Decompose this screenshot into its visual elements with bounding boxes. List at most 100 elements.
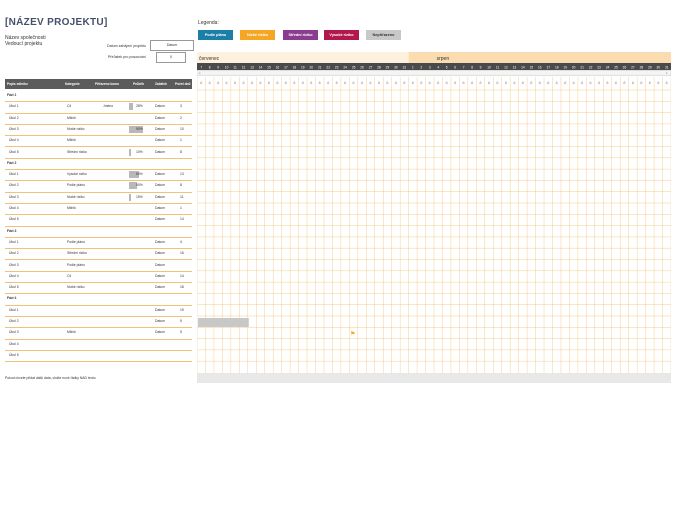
task-progress: 10%: [136, 149, 143, 154]
task-category: Milník: [67, 206, 76, 210]
day-number: 1: [412, 66, 414, 70]
phase-label: Fázi 4: [7, 296, 17, 301]
task-start: Datum: [155, 206, 165, 210]
task-category: Podle plánu: [67, 262, 85, 267]
task-start: Datum: [155, 319, 165, 323]
task-category: Střední riziko: [67, 251, 87, 256]
day-number: 27: [369, 66, 373, 70]
task-days: 16: [180, 251, 184, 256]
col-days: Počet dnů: [175, 82, 191, 86]
task-name: Úkol 2: [9, 183, 19, 188]
day-number: 23: [335, 66, 339, 70]
task-name: Úkol 3: [9, 126, 19, 131]
gantt-task-bar: [198, 318, 249, 327]
day-number: 8: [209, 66, 211, 70]
start-date-input[interactable]: Datum: [150, 40, 194, 51]
scroll-increment-input[interactable]: 0: [156, 52, 186, 63]
day-number: 22: [589, 66, 593, 70]
task-category: Milník: [67, 138, 76, 143]
task-days: 5: [180, 330, 182, 335]
phase-label: Fázi 2: [7, 160, 17, 165]
day-number: 15: [530, 66, 534, 70]
day-number: 4: [437, 66, 439, 70]
progress-bar: [129, 148, 131, 156]
task-start: Datum: [155, 330, 165, 335]
task-name: Úkol 4: [9, 341, 19, 346]
task-progress: 90%: [136, 126, 143, 131]
task-category: Podle plánu: [67, 183, 85, 188]
day-number: 11: [233, 66, 237, 70]
table-row[interactable]: Úkol 5: [5, 350, 192, 363]
phase-label: Fázi 3: [7, 228, 17, 233]
task-name: Úkol 1: [9, 307, 19, 312]
task-name: Úkol 5: [9, 352, 19, 357]
legend-item-3: Vysoké riziko: [324, 30, 359, 40]
day-number: 16: [276, 66, 280, 70]
day-number: 14: [521, 66, 525, 70]
scroll-increment-label: Přírůstek pro posouvání: [107, 55, 146, 59]
task-category: Cíl: [67, 104, 72, 109]
gantt-chart: červenec srpen7 8 9 10 11 12 13 14 15 16 17 18 19 20 21…: [197, 52, 671, 383]
day-number: 10: [225, 66, 229, 70]
day-number: 21: [318, 66, 322, 70]
legend-item-4: Nepřiřazeno: [366, 30, 401, 40]
task-name: Úkol 3: [9, 262, 19, 267]
day-number: 30: [657, 66, 661, 70]
task-days: 19: [180, 307, 184, 312]
col-milestone: Popis milníku: [7, 82, 28, 86]
day-number: 25: [352, 66, 356, 70]
task-progress: 60%: [136, 172, 143, 177]
day-number: 28: [377, 66, 381, 70]
day-number: 18: [293, 66, 297, 70]
milestone-flag-icon: ⚑: [350, 330, 355, 337]
task-start: Datum: [155, 149, 165, 154]
day-number: 2: [420, 66, 422, 70]
task-start: Datum: [155, 307, 165, 312]
legend-item-0: Podle plánu: [198, 30, 233, 40]
month-band-july: [197, 52, 409, 63]
task-start: Datum: [155, 104, 165, 109]
day-number: 15: [267, 66, 271, 70]
day-number: 11: [496, 66, 500, 70]
day-number: 21: [580, 66, 584, 70]
task-name: Úkol 2: [9, 319, 19, 323]
col-category: Kategorie: [65, 82, 80, 86]
task-start: Datum: [155, 183, 165, 188]
task-start: Datum: [155, 285, 165, 290]
task-name: Úkol 2: [9, 251, 19, 256]
task-name: Úkol 1: [9, 104, 19, 109]
task-start: Datum: [155, 115, 165, 120]
col-assigned: Přiřazeno komu: [95, 82, 119, 86]
task-start: Datum: [155, 239, 165, 244]
task-name: Úkol 4: [9, 206, 19, 210]
col-start: Začátek: [155, 82, 167, 86]
task-days: 14: [180, 217, 184, 222]
day-number: 7: [200, 66, 202, 70]
day-number: 13: [250, 66, 254, 70]
legend-item-2: Střední riziko: [283, 30, 318, 40]
phase-label: Fázi 1: [7, 93, 17, 97]
day-number: 12: [504, 66, 508, 70]
task-start: Datum: [155, 273, 165, 278]
task-days: 14: [180, 273, 184, 278]
month-label-august: srpen: [437, 56, 450, 62]
month-label-july: červenec: [199, 56, 220, 62]
day-number: 6: [454, 66, 456, 70]
day-number: 31: [665, 66, 669, 70]
gantt-footer-band: [197, 373, 671, 383]
task-progress: 28%: [136, 104, 143, 109]
task-start: Datum: [155, 126, 165, 131]
task-category: Milník: [67, 115, 76, 120]
day-number: 30: [394, 66, 398, 70]
task-start: Datum: [155, 217, 165, 222]
day-number: 23: [597, 66, 601, 70]
day-number: 13: [513, 66, 517, 70]
task-days: 8: [180, 183, 182, 188]
task-category: Střední riziko: [67, 149, 87, 154]
day-number: 29: [648, 66, 652, 70]
day-number: 16: [538, 66, 542, 70]
task-name: Úkol 3: [9, 194, 19, 199]
day-number: 31: [403, 66, 407, 70]
progress-bar: [129, 193, 132, 201]
task-start: Datum: [155, 262, 165, 267]
